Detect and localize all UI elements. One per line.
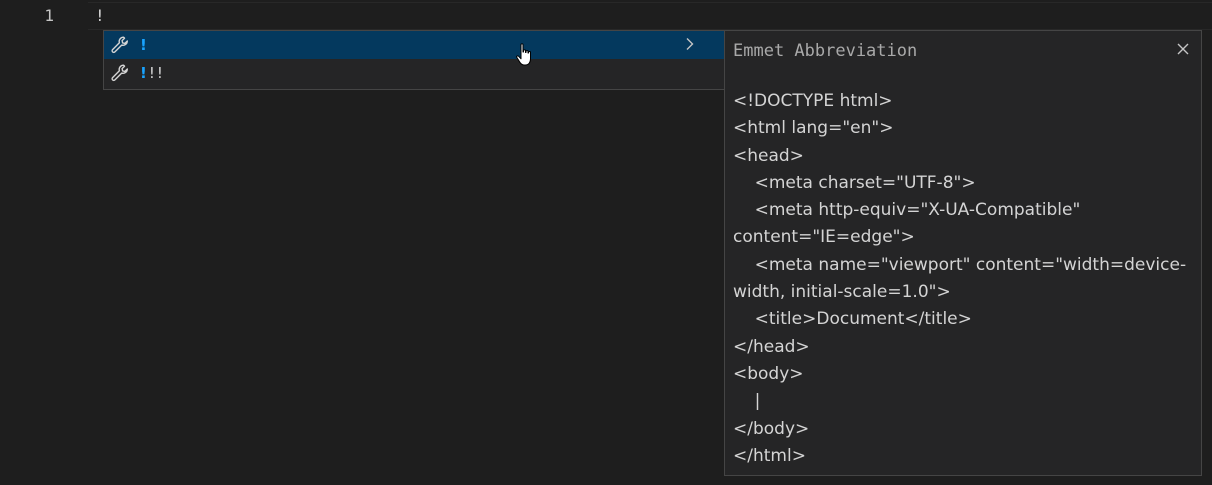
hand-pointer-cursor-icon bbox=[514, 42, 536, 68]
current-line-highlight bbox=[88, 2, 1212, 30]
chevron-right-icon[interactable] bbox=[682, 34, 698, 54]
suggestion-label: !!! bbox=[140, 64, 165, 82]
details-code-preview: <!DOCTYPE html> <html lang="en"> <head> … bbox=[733, 91, 1187, 466]
suggest-widget: ! !!! bbox=[103, 30, 725, 90]
close-icon[interactable] bbox=[1173, 39, 1193, 59]
suggestion-label: ! bbox=[140, 36, 149, 54]
wrench-icon bbox=[108, 61, 132, 85]
suggestion-item[interactable]: !!! bbox=[104, 59, 724, 87]
line-number: 1 bbox=[44, 6, 54, 25]
suggestion-item-selected[interactable]: ! bbox=[104, 31, 724, 59]
suggestion-details-panel: Emmet Abbreviation <!DOCTYPE html> <html… bbox=[724, 30, 1202, 476]
wrench-icon bbox=[108, 33, 132, 57]
details-title: Emmet Abbreviation bbox=[733, 41, 918, 61]
editor-line-text[interactable]: ! bbox=[95, 4, 105, 28]
